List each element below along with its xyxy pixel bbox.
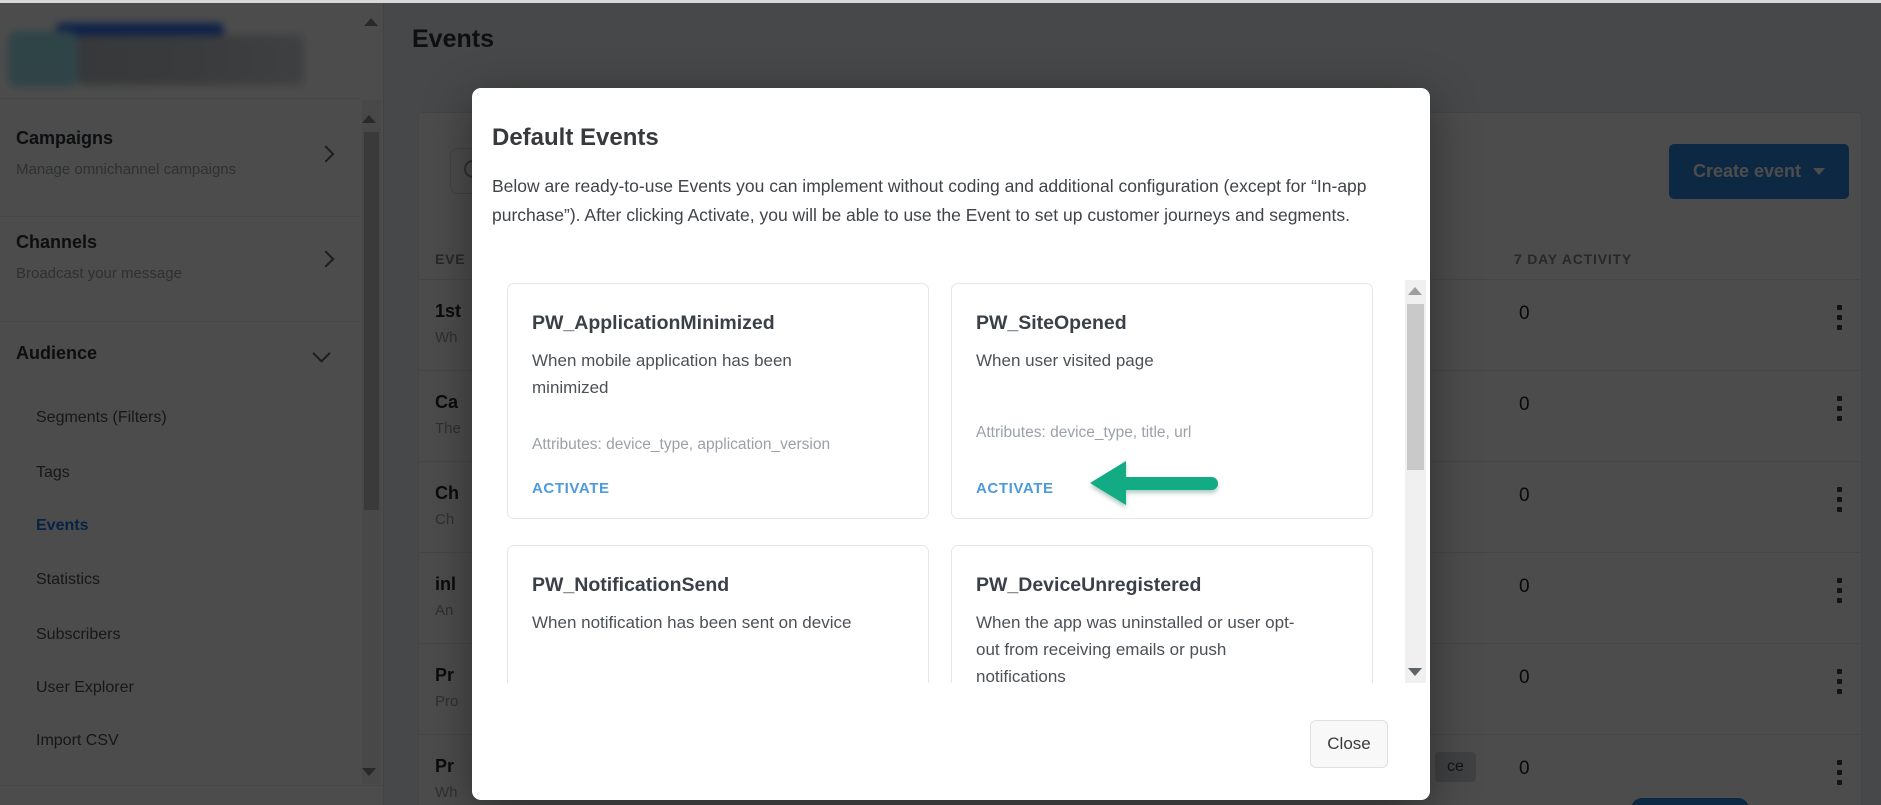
scroll-down-icon[interactable] xyxy=(1408,668,1422,676)
modal-description: Below are ready-to-use Events you can im… xyxy=(492,172,1397,230)
event-card-name: PW_ApplicationMinimized xyxy=(532,312,904,335)
scrollbar-thumb[interactable] xyxy=(1407,304,1424,470)
event-card-description: When notification has been sent on devic… xyxy=(532,609,872,636)
event-card-name: PW_DeviceUnregistered xyxy=(976,574,1348,597)
scroll-up-icon[interactable] xyxy=(1408,287,1422,295)
modal-scrollbar[interactable] xyxy=(1405,280,1426,683)
event-card-name: PW_SiteOpened xyxy=(976,312,1348,335)
event-card-attributes: Attributes: device_type, title, url xyxy=(976,424,1191,442)
activate-button[interactable]: ACTIVATE xyxy=(532,480,610,497)
app-window: Campaigns Manage omnichannel campaigns C… xyxy=(0,0,1881,805)
close-button[interactable]: Close xyxy=(1310,720,1388,768)
window-top-edge xyxy=(0,0,1881,3)
event-card-description: When mobile application has been minimiz… xyxy=(532,347,872,401)
event-card-description: When the app was uninstalled or user opt… xyxy=(976,609,1316,683)
event-card-notification-send: PW_NotificationSend When notification ha… xyxy=(507,545,929,683)
event-card-description: When user visited page xyxy=(976,347,1316,374)
activate-button[interactable]: ACTIVATE xyxy=(976,480,1054,497)
event-card-device-unregistered: PW_DeviceUnregistered When the app was u… xyxy=(951,545,1373,683)
event-card-application-minimized: PW_ApplicationMinimized When mobile appl… xyxy=(507,283,929,519)
event-card-name: PW_NotificationSend xyxy=(532,574,904,597)
cards-scroll-area: PW_ApplicationMinimized When mobile appl… xyxy=(472,280,1402,683)
event-card-attributes: Attributes: device_type, application_ver… xyxy=(532,436,830,454)
default-events-modal: Default Events Below are ready-to-use Ev… xyxy=(472,88,1430,800)
modal-title: Default Events xyxy=(492,124,659,152)
annotation-arrow-icon xyxy=(1090,460,1224,506)
